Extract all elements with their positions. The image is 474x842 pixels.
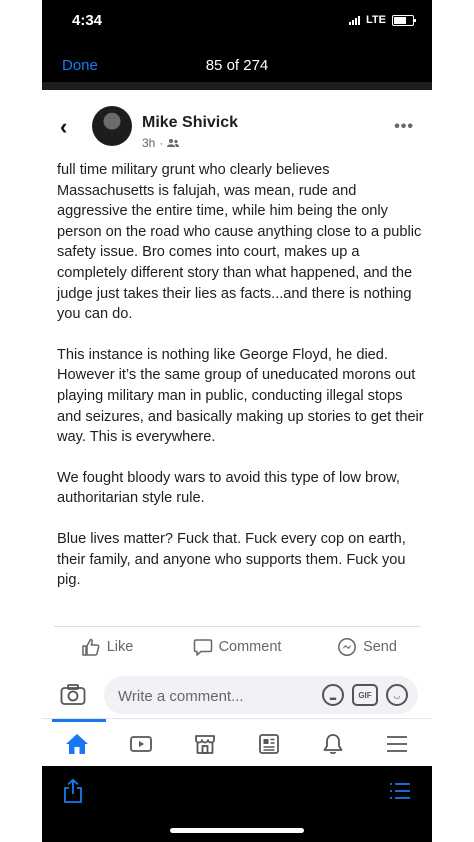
right-margin — [432, 0, 474, 842]
author-name[interactable]: Mike Shivick — [142, 114, 238, 132]
post-paragraph: Blue lives matter? Fuck that. Fuck every… — [57, 530, 406, 589]
share-icon[interactable] — [62, 778, 84, 804]
signal-icon — [349, 15, 361, 25]
status-time: 4:34 — [72, 12, 103, 29]
post-paragraph: This instance is nothing like George Flo… — [57, 346, 424, 446]
avatar[interactable] — [92, 106, 132, 146]
post-time: 3h — [142, 136, 156, 150]
photo-viewer-header: 4:34 LTE Done 85 of 274 — [42, 0, 432, 86]
like-label: Like — [106, 639, 134, 655]
send-button[interactable]: Send — [302, 632, 432, 662]
battery-icon — [392, 14, 416, 26]
gif-icon[interactable]: GIF — [352, 684, 378, 706]
tab-marketplace[interactable] — [192, 731, 218, 757]
post-actions: Like Comment Send — [42, 632, 432, 662]
watch-icon — [130, 736, 152, 752]
comment-icon — [193, 639, 212, 656]
phone-screen: 4:34 LTE Done 85 of 274 ‹ Mike Shivick 3… — [42, 0, 432, 842]
network-label: LTE — [366, 14, 386, 26]
tab-menu[interactable] — [384, 731, 410, 757]
news-icon — [259, 734, 279, 754]
status-indicators: LTE — [349, 14, 416, 26]
tab-bar — [42, 718, 432, 767]
marketplace-icon — [195, 735, 215, 754]
tab-notifications[interactable] — [320, 731, 346, 757]
active-tab-indicator — [52, 719, 106, 722]
home-indicator — [170, 828, 304, 833]
like-button[interactable]: Like — [42, 632, 172, 662]
cropped-status-strip — [42, 82, 432, 90]
post-header: ‹ Mike Shivick 3h · ••• — [42, 90, 432, 156]
messenger-icon — [338, 638, 357, 656]
photo-counter: 85 of 274 — [205, 57, 269, 74]
post-paragraph: We fought bloody wars to avoid this type… — [57, 469, 400, 507]
gif-label: GIF — [358, 690, 372, 700]
left-margin — [0, 0, 42, 842]
like-icon — [81, 638, 100, 656]
more-icon[interactable]: ••• — [394, 118, 414, 136]
notifications-icon — [323, 734, 343, 755]
composer-icons: ▂ GIF ◡ — [322, 684, 408, 706]
send-label: Send — [363, 639, 397, 655]
divider — [54, 626, 420, 627]
tab-news[interactable] — [256, 731, 282, 757]
back-chevron-icon[interactable]: ‹ — [60, 114, 67, 140]
comment-input[interactable] — [116, 676, 300, 716]
tab-home[interactable] — [64, 731, 90, 757]
photo-viewer-footer — [42, 766, 432, 842]
post-paragraph: full time military grunt who clearly bel… — [57, 162, 422, 323]
post-meta: 3h · — [142, 136, 180, 150]
home-icon — [66, 734, 88, 754]
menu-icon — [387, 736, 407, 752]
comment-button[interactable]: Comment — [172, 632, 302, 662]
list-icon[interactable] — [390, 782, 410, 800]
post-body: full time military grunt who clearly bel… — [57, 160, 425, 611]
comment-box[interactable]: ▂ GIF ◡ — [104, 676, 418, 716]
comment-composer: ▂ GIF ◡ — [42, 672, 432, 718]
comment-label: Comment — [218, 639, 282, 655]
emoji-icon[interactable]: ◡ — [386, 684, 408, 706]
sticker-icon[interactable]: ▂ — [322, 684, 344, 706]
friends-icon — [167, 139, 180, 147]
camera-icon[interactable] — [60, 683, 86, 707]
tab-watch[interactable] — [128, 731, 154, 757]
